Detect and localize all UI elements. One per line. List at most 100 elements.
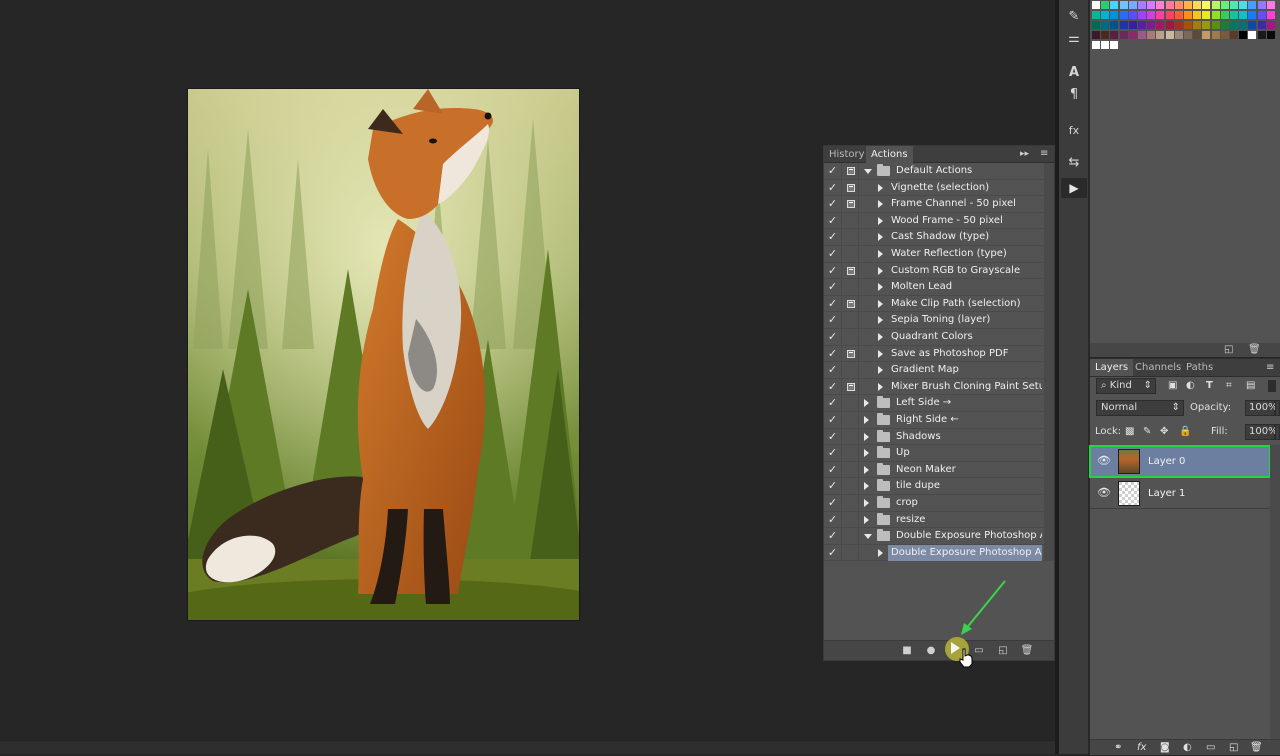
expand-triangle-icon[interactable] xyxy=(864,465,869,474)
toggle-item-checkbox[interactable]: ✓ xyxy=(824,511,842,528)
toggle-item-checkbox[interactable]: ✓ xyxy=(824,445,842,462)
action-set-row[interactable]: ✓ tile dupe xyxy=(824,478,1044,495)
fill-dropdown[interactable] xyxy=(1275,424,1280,440)
color-swatch[interactable] xyxy=(1128,21,1137,29)
expand-triangle-icon[interactable] xyxy=(864,449,869,458)
toggle-item-checkbox[interactable]: ✓ xyxy=(824,295,842,312)
color-swatch[interactable] xyxy=(1174,1,1183,9)
color-swatch[interactable] xyxy=(1193,21,1202,29)
character-icon[interactable]: A xyxy=(1064,64,1084,82)
expand-triangle-icon[interactable] xyxy=(878,266,883,275)
color-swatch[interactable] xyxy=(1119,1,1128,9)
color-swatch[interactable] xyxy=(1174,21,1183,29)
layer-row[interactable]: 👁 Layer 1 xyxy=(1090,478,1270,509)
filter-kind-select[interactable]: ⌕ Kind ⇕ xyxy=(1096,378,1156,394)
color-swatch[interactable] xyxy=(1230,1,1238,9)
color-swatch[interactable] xyxy=(1110,21,1119,29)
lock-image-icon[interactable]: ✎ xyxy=(1143,424,1151,440)
action-set-row[interactable]: ✓ Neon Maker xyxy=(824,461,1044,479)
layer-name[interactable]: Layer 0 xyxy=(1148,446,1185,477)
color-swatch[interactable] xyxy=(1248,21,1257,29)
layer-row[interactable]: 👁 Layer 0 xyxy=(1089,445,1271,478)
toggle-item-checkbox[interactable]: ✓ xyxy=(824,362,842,379)
toggle-dialog-checkbox[interactable] xyxy=(843,295,859,312)
action-set-row[interactable]: ✓ resize xyxy=(824,511,1044,529)
color-swatch[interactable] xyxy=(1230,21,1238,29)
color-swatch[interactable] xyxy=(1230,11,1238,19)
toggle-item-checkbox[interactable]: ✓ xyxy=(824,478,842,495)
action-set-row[interactable]: ✓ Up xyxy=(824,445,1044,462)
action-row[interactable]: ✓ Molten Lead xyxy=(824,279,1044,296)
toggle-item-checkbox[interactable]: ✓ xyxy=(824,262,842,279)
toggle-dialog-checkbox[interactable] xyxy=(843,428,859,445)
action-row[interactable]: ✓ Frame Channel - 50 pixel xyxy=(824,196,1044,213)
blend-mode-select[interactable]: Normal ⇕ xyxy=(1096,400,1184,416)
color-swatch[interactable] xyxy=(1266,11,1275,19)
lock-all-icon[interactable]: 🔒 xyxy=(1179,424,1191,440)
color-swatch[interactable] xyxy=(1266,1,1275,9)
toggle-item-checkbox[interactable]: ✓ xyxy=(824,544,842,561)
toggle-dialog-checkbox[interactable] xyxy=(843,544,859,561)
color-swatch[interactable] xyxy=(1138,1,1146,9)
color-swatch[interactable] xyxy=(1202,21,1211,29)
action-row[interactable]: ✓ Mixer Brush Cloning Paint Setup xyxy=(824,378,1044,396)
toggle-dialog-checkbox[interactable] xyxy=(843,362,859,379)
toggle-dialog-checkbox[interactable] xyxy=(843,196,859,213)
color-swatch[interactable] xyxy=(1156,21,1165,29)
toggle-item-checkbox[interactable]: ✓ xyxy=(824,246,842,262)
toggle-item-checkbox[interactable]: ✓ xyxy=(824,528,842,545)
fill-field[interactable]: 100% xyxy=(1245,424,1278,440)
adjust-sliders-icon[interactable]: ⚌ xyxy=(1064,30,1084,48)
action-row[interactable]: ✓ Water Reflection (type) xyxy=(824,246,1044,263)
color-swatch[interactable] xyxy=(1184,11,1192,19)
color-swatch[interactable] xyxy=(1257,1,1266,9)
color-swatch[interactable] xyxy=(1248,1,1257,9)
color-swatch[interactable] xyxy=(1101,31,1110,39)
action-set-row[interactable]: ✓ Left Side → xyxy=(824,395,1044,412)
layer-name[interactable]: Layer 1 xyxy=(1148,478,1185,509)
toggle-dialog-checkbox[interactable] xyxy=(843,179,859,196)
paragraph-icon[interactable]: ¶ xyxy=(1064,86,1084,104)
color-swatch[interactable] xyxy=(1128,11,1137,19)
color-swatch[interactable] xyxy=(1193,1,1202,9)
toggle-item-checkbox[interactable]: ✓ xyxy=(824,229,842,246)
color-swatch[interactable] xyxy=(1138,11,1146,19)
new-action-icon[interactable]: ◱ xyxy=(996,644,1010,658)
color-swatch[interactable] xyxy=(1174,31,1183,39)
color-swatch[interactable] xyxy=(1239,31,1248,39)
color-swatch[interactable] xyxy=(1092,11,1100,19)
history-brush-icon[interactable]: ⇆ xyxy=(1064,154,1084,172)
tab-channels[interactable]: Channels xyxy=(1130,359,1186,376)
action-set-row[interactable]: ✓ Right Side ← xyxy=(824,412,1044,429)
color-swatch[interactable] xyxy=(1220,21,1229,29)
action-row[interactable]: ✓ Cast Shadow (type) xyxy=(824,229,1044,246)
toggle-dialog-checkbox[interactable] xyxy=(843,246,859,262)
filter-pixel-icon[interactable]: ▣ xyxy=(1168,378,1177,394)
opacity-dropdown[interactable] xyxy=(1275,400,1280,416)
color-swatch[interactable] xyxy=(1147,1,1156,9)
expand-triangle-icon[interactable] xyxy=(878,349,883,358)
color-swatch[interactable] xyxy=(1220,1,1229,9)
color-swatch[interactable] xyxy=(1220,31,1229,39)
toggle-dialog-checkbox[interactable] xyxy=(843,312,859,329)
toggle-dialog-checkbox[interactable] xyxy=(843,229,859,246)
color-swatch[interactable] xyxy=(1128,31,1137,39)
color-swatch[interactable] xyxy=(1184,1,1192,9)
expand-triangle-icon[interactable] xyxy=(864,482,869,491)
filter-toggle[interactable] xyxy=(1268,380,1276,392)
opacity-field[interactable]: 100% xyxy=(1245,400,1278,416)
toggle-item-checkbox[interactable]: ✓ xyxy=(824,212,842,229)
brush-presets-icon[interactable]: ✎ xyxy=(1064,8,1084,26)
toggle-dialog-checkbox[interactable] xyxy=(843,378,859,395)
color-swatch[interactable] xyxy=(1193,11,1202,19)
expand-triangle-icon[interactable] xyxy=(864,416,869,424)
toggle-item-checkbox[interactable]: ✓ xyxy=(824,329,842,345)
action-set-row[interactable]: ✓ crop xyxy=(824,495,1044,512)
color-swatch[interactable] xyxy=(1119,21,1128,29)
delete-icon[interactable]: 🗑 xyxy=(1020,644,1034,658)
toggle-dialog-checkbox[interactable] xyxy=(843,262,859,279)
expand-triangle-icon[interactable] xyxy=(878,316,883,325)
action-row[interactable]: ✓ Sepia Toning (layer) xyxy=(824,312,1044,329)
color-swatch[interactable] xyxy=(1110,41,1119,49)
toggle-item-checkbox[interactable]: ✓ xyxy=(824,395,842,412)
